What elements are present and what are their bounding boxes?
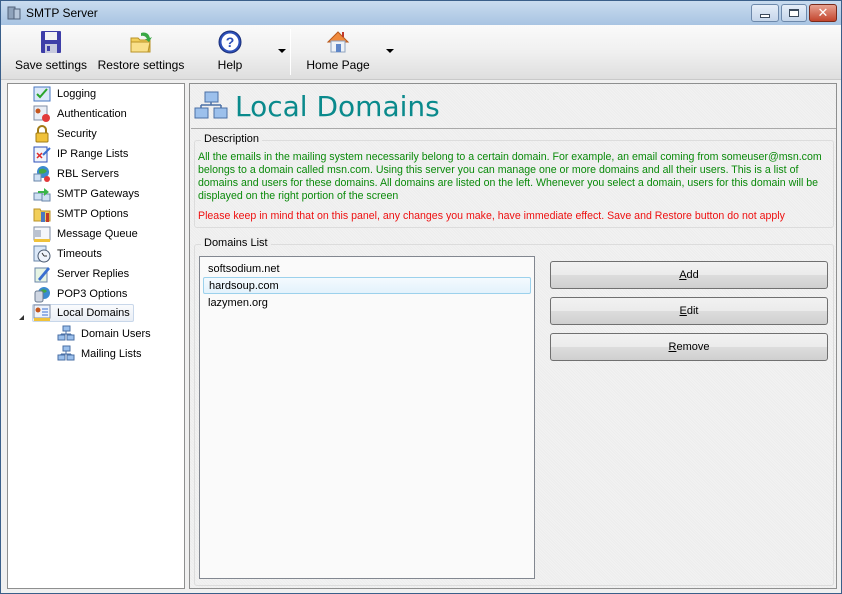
tree-item-timeouts[interactable]: Timeouts (33, 245, 102, 263)
home-page-button[interactable]: Home Page (301, 27, 375, 77)
app-window: SMTP Server ✕ Save settings Restore sett… (0, 0, 842, 594)
collapse-expander-icon[interactable] (19, 315, 24, 320)
tree-item-label: Security (57, 128, 97, 140)
description-text: All the emails in the mailing system nec… (198, 151, 822, 202)
add-button[interactable]: Add (550, 261, 828, 289)
tree-item-smtp-gateways[interactable]: SMTP Gateways (33, 185, 139, 203)
tree-item-label: SMTP Gateways (57, 188, 140, 200)
page-title: Local Domains (235, 90, 440, 123)
save-settings-button[interactable]: Save settings (13, 27, 89, 77)
authentication-icon (33, 105, 50, 122)
home-page-dropdown-arrow[interactable] (385, 49, 395, 59)
tree-item-label: Message Queue (57, 228, 138, 240)
ip-range-icon (33, 146, 51, 163)
tree-item-message-queue[interactable]: Message Queue (33, 225, 138, 243)
gateway-icon (33, 188, 51, 202)
network-icon (57, 345, 75, 361)
close-button[interactable]: ✕ (809, 4, 837, 22)
svg-text:?: ? (226, 34, 235, 50)
close-icon: ✕ (817, 5, 829, 21)
restore-settings-label: Restore settings (97, 58, 185, 72)
domains-list-group: Domains List softsodium.net hardsoup.com… (194, 237, 834, 586)
tree-item-rbl-servers[interactable]: RBL Servers (33, 165, 119, 183)
lock-icon (35, 125, 49, 143)
message-queue-icon (33, 226, 51, 242)
maximize-button[interactable] (781, 4, 807, 22)
timeout-icon (33, 245, 51, 263)
tree-item-logging[interactable]: Logging (33, 85, 96, 103)
tree-item-local-domains[interactable]: Local Domains (32, 304, 134, 322)
minimize-icon (760, 13, 770, 18)
folder-restore-icon (130, 32, 152, 53)
tree-item-label: Domain Users (81, 328, 151, 340)
tree-item-ip-range-lists[interactable]: IP Range Lists (33, 145, 128, 163)
tree-item-label: Mailing Lists (81, 348, 142, 360)
tree-item-domain-users[interactable]: Domain Users (57, 325, 151, 343)
help-dropdown-arrow[interactable] (277, 49, 287, 59)
network-icon (57, 325, 75, 341)
pop3-icon (34, 287, 50, 303)
toolbar-separator (290, 29, 291, 75)
list-item[interactable]: lazymen.org (203, 294, 531, 311)
tree-item-label: IP Range Lists (57, 148, 129, 160)
add-mnemonic: A (679, 269, 687, 281)
minimize-button[interactable] (751, 4, 779, 22)
maximize-icon (789, 9, 799, 17)
warning-text: Please keep in mind that on this panel, … (198, 210, 785, 222)
help-icon: ? (218, 30, 242, 54)
app-icon (7, 6, 21, 20)
list-item[interactable]: softsodium.net (203, 260, 531, 277)
network-icon (194, 91, 228, 119)
domains-list-label: Domains List (201, 237, 271, 249)
list-item[interactable]: hardsoup.com (203, 277, 531, 294)
save-settings-label: Save settings (14, 58, 88, 72)
server-replies-icon (34, 267, 50, 283)
tree-item-mailing-lists[interactable]: Mailing Lists (57, 345, 142, 363)
tree-item-label: Logging (57, 88, 97, 100)
edit-button[interactable]: Edit (550, 297, 828, 325)
domains-listbox[interactable]: softsodium.net hardsoup.com lazymen.org (199, 256, 535, 579)
chevron-down-icon (386, 49, 394, 53)
remove-mnemonic: R (668, 341, 677, 353)
window-title: SMTP Server (26, 6, 98, 20)
toolbar: Save settings Restore settings ? Help Ho… (1, 25, 841, 80)
title-bar: SMTP Server ✕ (1, 1, 841, 25)
remove-button-label: emove (676, 341, 710, 353)
remove-button[interactable]: Remove (550, 333, 828, 361)
add-button-label: dd (686, 269, 699, 281)
tree-item-label: SMTP Options (57, 208, 129, 220)
options-icon (33, 208, 51, 222)
rbl-servers-icon (33, 166, 50, 182)
tree-item-server-replies[interactable]: Server Replies (33, 265, 129, 283)
local-domains-icon (33, 304, 51, 321)
restore-settings-button[interactable]: Restore settings (97, 27, 185, 77)
edit-button-label: dit (686, 305, 699, 317)
title-divider (191, 128, 836, 129)
tree-item-label: Local Domains (57, 307, 130, 319)
description-group: Description All the emails in the mailin… (194, 133, 834, 228)
floppy-disk-icon (41, 31, 61, 53)
tree-item-label: Authentication (57, 108, 127, 120)
settings-tree[interactable]: Logging Authentication Security IP Range… (7, 83, 185, 589)
help-button[interactable]: ? Help (201, 27, 259, 77)
edit-mnemonic: E (679, 305, 687, 317)
tree-item-security[interactable]: Security (33, 125, 97, 143)
tree-item-label: Server Replies (57, 268, 130, 280)
tree-item-authentication[interactable]: Authentication (33, 105, 127, 123)
home-page-label: Home Page (306, 58, 370, 72)
chevron-down-icon (278, 49, 286, 53)
logging-icon (33, 86, 51, 102)
tree-item-label: RBL Servers (57, 168, 119, 180)
tree-item-smtp-options[interactable]: SMTP Options (33, 205, 128, 223)
tree-item-label: Timeouts (57, 248, 102, 260)
tree-item-label: POP3 Options (57, 288, 128, 300)
tree-item-pop3-options[interactable]: POP3 Options (33, 285, 127, 303)
home-icon (326, 31, 350, 53)
local-domains-panel: Local Domains Description All the emails… (189, 83, 837, 589)
help-label: Help (217, 58, 243, 72)
description-label: Description (201, 133, 263, 145)
